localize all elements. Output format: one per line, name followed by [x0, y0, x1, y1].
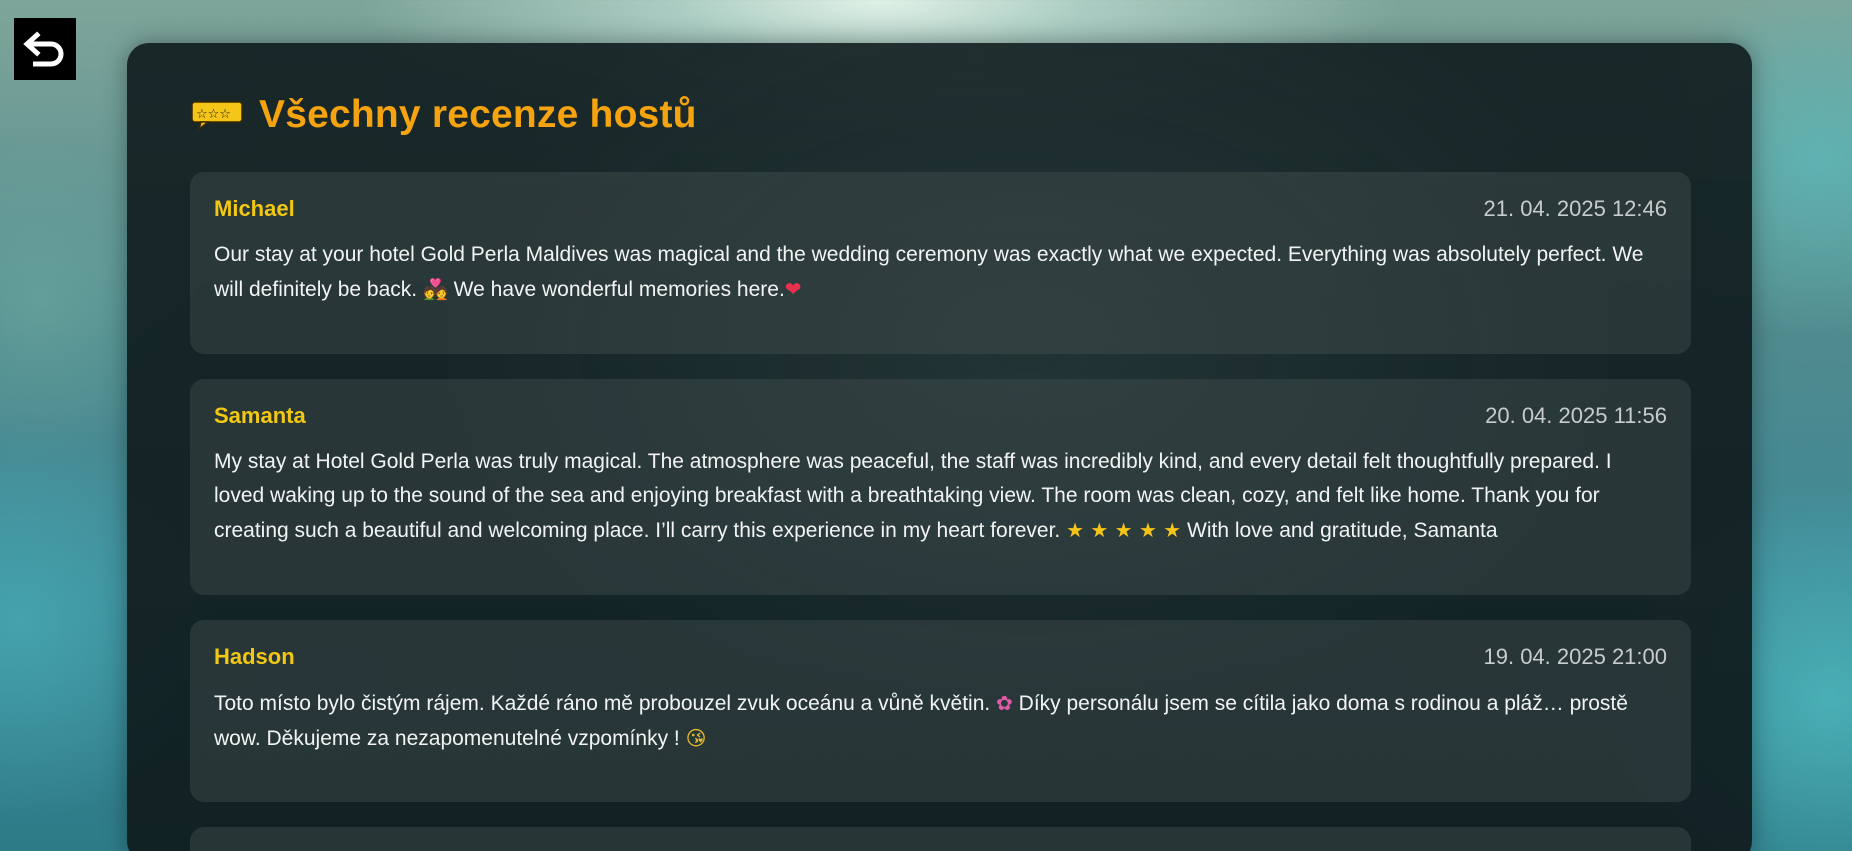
- reviewer-name: Michael: [214, 196, 295, 221]
- speech-bubble-stars-icon: ☆☆☆: [191, 101, 243, 130]
- review-card: Michael 21. 04. 2025 12:46 Our stay at y…: [190, 172, 1691, 354]
- review-text-part: Toto místo bylo čistým rájem. Každé ráno…: [214, 692, 997, 715]
- reviewer-name: Hadson: [214, 644, 295, 669]
- reviewer-name: Samanta: [214, 403, 306, 428]
- review-text-part: With love and gratitude, Samanta: [1181, 519, 1498, 542]
- page-header: ☆☆☆ Všechny recenze hostů: [191, 85, 697, 145]
- review-date: 20. 04. 2025 11:56: [1485, 403, 1667, 428]
- review-text-part: We have wonderful memories here.: [447, 278, 785, 301]
- review-text: Toto místo bylo čistým rájem. Každé ráno…: [214, 686, 1667, 756]
- kiss-face-emoji: 😘: [685, 726, 707, 750]
- page-title: Všechny recenze hostů: [259, 93, 697, 136]
- flower-emoji: ✿: [996, 691, 1013, 715]
- review-date: 21. 04. 2025 12:46: [1483, 196, 1668, 221]
- review-card: Hadson 19. 04. 2025 21:00 Toto místo byl…: [190, 620, 1691, 802]
- svg-text:☆☆☆: ☆☆☆: [196, 107, 231, 122]
- reviews-panel: ☆☆☆ Všechny recenze hostů Michael 21. 04…: [127, 43, 1752, 851]
- couple-emoji: 💑: [422, 277, 448, 301]
- review-card: Samanta 20. 04. 2025 11:56 My stay at Ho…: [190, 379, 1691, 595]
- review-date: 19. 04. 2025 21:00: [1483, 644, 1668, 669]
- undo-arrow-icon: [23, 31, 64, 67]
- star-rating-emoji: ★ ★ ★ ★ ★: [1066, 518, 1182, 542]
- review-text: My stay at Hotel Gold Perla was truly ma…: [214, 445, 1667, 548]
- review-text: Our stay at your hotel Gold Perla Maldiv…: [214, 238, 1667, 307]
- review-card: [190, 827, 1691, 851]
- heart-emoji: ❤: [784, 277, 802, 301]
- back-button[interactable]: [14, 18, 76, 80]
